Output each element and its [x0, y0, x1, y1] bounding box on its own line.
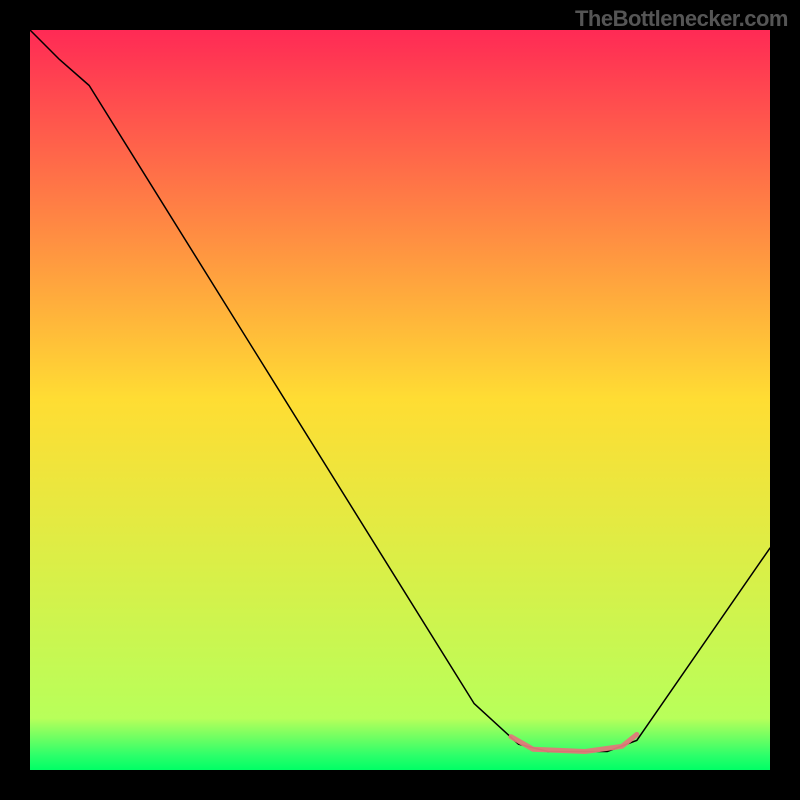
plot-area: [30, 30, 770, 770]
plot-svg: [30, 30, 770, 770]
gradient-background: [30, 30, 770, 770]
chart-container: TheBottlenecker.com: [0, 0, 800, 800]
watermark-label: TheBottlenecker.com: [575, 6, 788, 32]
